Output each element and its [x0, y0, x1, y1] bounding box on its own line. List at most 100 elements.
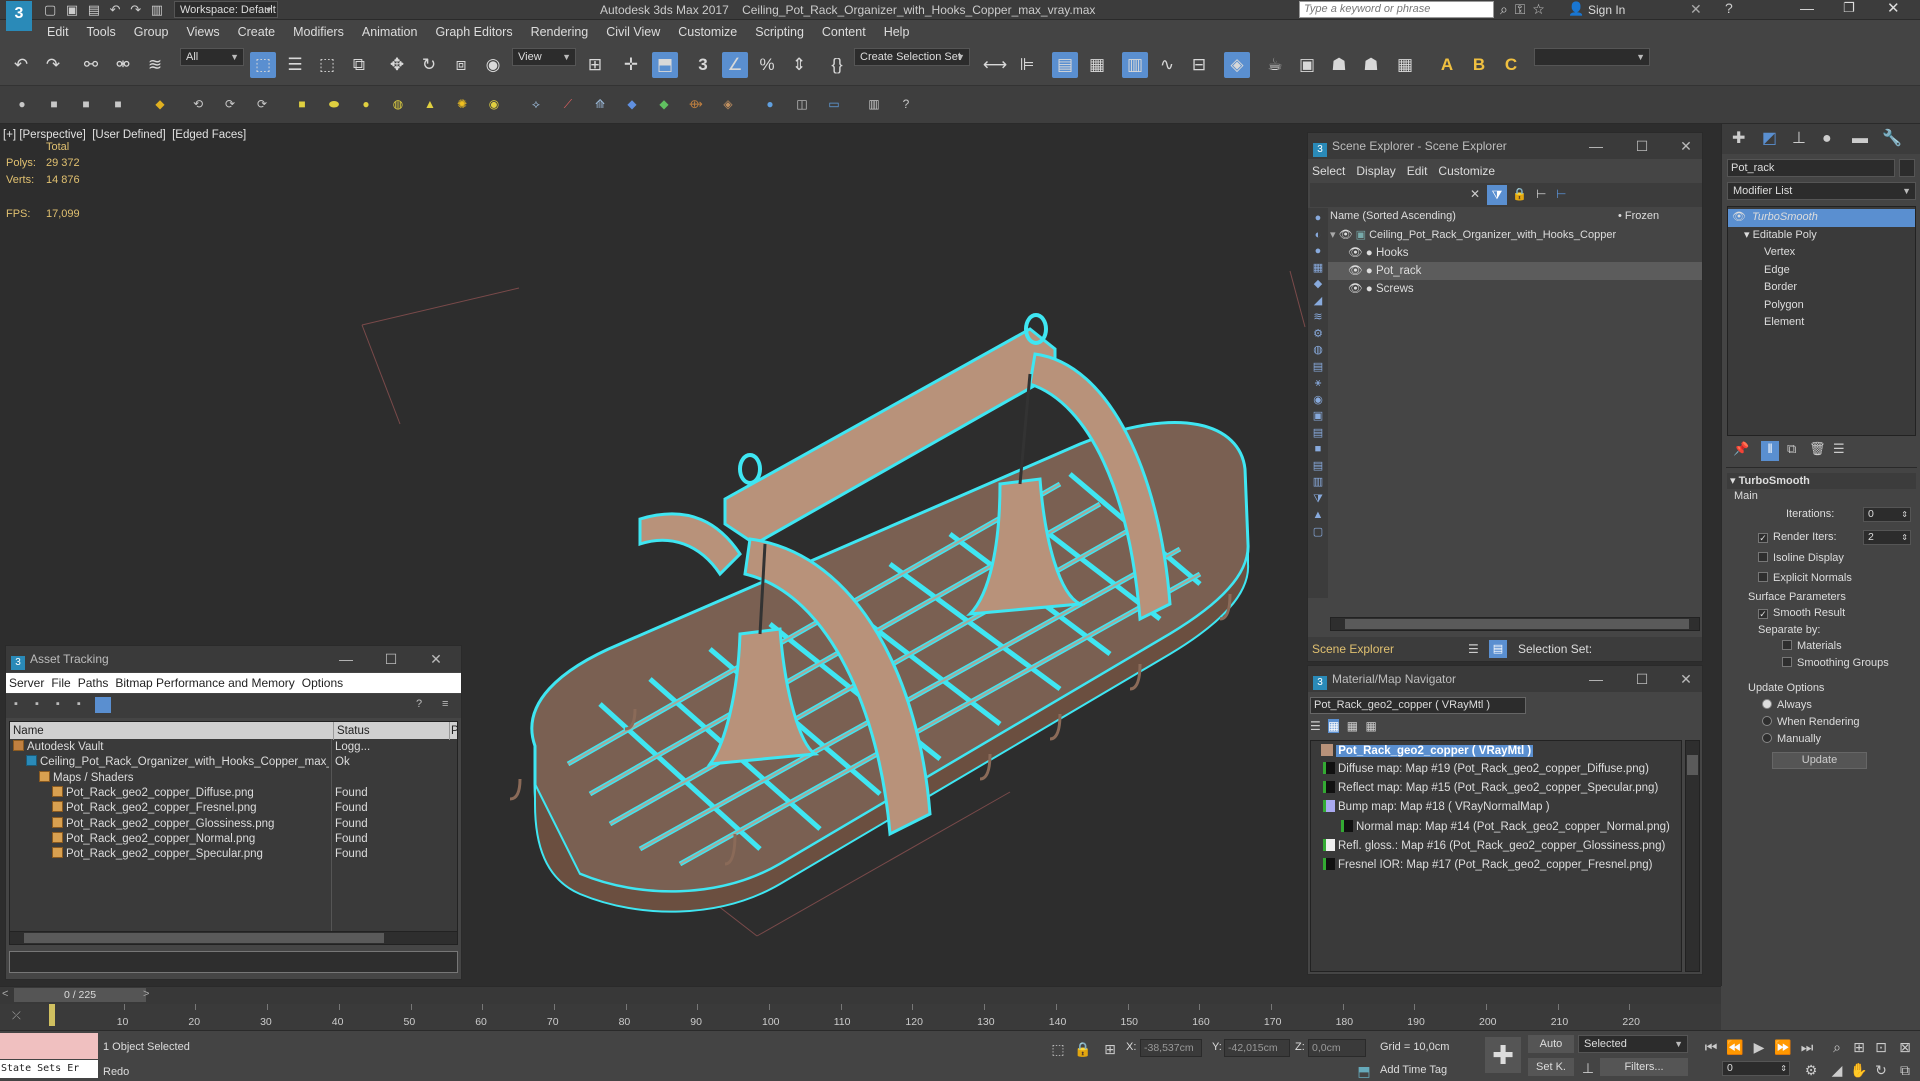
toggle-ribbon-icon[interactable]: ▦	[1084, 52, 1110, 78]
menu-item[interactable]: Scripting	[746, 20, 813, 44]
hierarchy-icon[interactable]: ⊢	[1536, 187, 1546, 201]
orbit-icon[interactable]: ↻	[1870, 1059, 1892, 1081]
asset-row[interactable]: Pot_Rack_geo2_copper_Diffuse.png Found	[10, 785, 457, 801]
material-map-item[interactable]: Normal map: Map #14 (Pot_Rack_geo2_coppe…	[1323, 819, 1683, 836]
scene-menu-item[interactable]: Edit	[1407, 164, 1428, 178]
next-key-icon[interactable]: ⏩	[1772, 1036, 1794, 1058]
key-filters-button[interactable]: Filters...	[1600, 1058, 1688, 1076]
asset-hscrollbar[interactable]	[9, 931, 458, 945]
object-name-field[interactable]: Pot_rack	[1727, 159, 1895, 177]
col-frozen-header[interactable]: • Frozen	[1618, 208, 1659, 225]
modify-tab-icon[interactable]: ◩	[1762, 124, 1777, 154]
scene-hscrollbar[interactable]	[1330, 617, 1700, 631]
angle-snap-icon[interactable]: ∠	[722, 52, 748, 78]
tool-icon[interactable]: ⟴	[686, 94, 706, 114]
sign-in-link[interactable]: Sign In	[1588, 3, 1625, 17]
rect-selection-icon[interactable]: ⬚	[314, 52, 340, 78]
y-coordinate-field[interactable]: -42,015cm	[1224, 1039, 1290, 1057]
visibility-eye-icon[interactable]: 👁	[1348, 247, 1366, 259]
tool-icon[interactable]: ▭	[824, 94, 844, 114]
maxscript-input[interactable]: State Sets Er	[0, 1060, 98, 1078]
display-tab-icon[interactable]: ▬	[1852, 124, 1868, 154]
asset-row[interactable]: Ceiling_Pot_Rack_Organizer_with_Hooks_Co…	[10, 755, 457, 770]
track-bar[interactable]: ⤫ 10 20 30 40 50 60 70 80 90 100 110 120 130 140 150 16…	[0, 1004, 1721, 1030]
maximize-button[interactable]: ☐	[1624, 666, 1660, 692]
render-iterative-icon[interactable]: ☗	[1358, 52, 1384, 78]
menu-item[interactable]: Help	[875, 20, 919, 44]
reference-coordinate-select[interactable]: View ▼	[512, 48, 576, 66]
asset-row[interactable]: Pot_Rack_geo2_copper_Fresnel.png Found	[10, 801, 457, 816]
edit-named-sets-icon[interactable]: {}	[824, 52, 850, 78]
tool-icon[interactable]: ⟡	[526, 94, 546, 114]
manually-radio[interactable]: Manually	[1762, 733, 1821, 745]
options-icon[interactable]: ≡	[442, 698, 448, 710]
lock-icon[interactable]: 🔒	[1512, 187, 1527, 201]
material-navigator-titlebar[interactable]: 3 Material/Map Navigator — ☐ ✕	[1308, 666, 1702, 692]
remove-modifier-icon[interactable]: 🗑	[1809, 441, 1826, 457]
infocenter-icons[interactable]: ⌕ ⚿ ☆	[1500, 1, 1545, 18]
zoom-extents-icon[interactable]: ⊡	[1870, 1036, 1892, 1058]
unlink-icon[interactable]: ⚮	[110, 52, 136, 78]
menu-item[interactable]: Create	[229, 20, 285, 44]
smooth-result-checkbox[interactable]: ✓ Smooth Result	[1758, 607, 1845, 619]
modifier-stack-item[interactable]: Element	[1728, 314, 1915, 332]
explorer-name-field[interactable]: Scene Explorer	[1312, 637, 1394, 661]
asset-path-field[interactable]	[9, 951, 458, 973]
time-slider-thumb[interactable]: 0 / 225	[14, 988, 146, 1002]
light-icon[interactable]: ✺	[452, 94, 472, 114]
configure-sets-icon[interactable]: ☰	[1833, 441, 1845, 457]
selection-filter-select[interactable]: All ▼	[180, 48, 244, 66]
menu-item[interactable]: Graph Editors	[426, 20, 521, 44]
visibility-eye-icon[interactable]: 👁	[1348, 265, 1366, 277]
zoom-icon[interactable]: ⌕	[1826, 1036, 1848, 1058]
curve-editor-icon[interactable]: ∿	[1154, 52, 1180, 78]
material-map-item[interactable]: Fresnel IOR: Map #17 (Pot_Rack_geo2_copp…	[1323, 857, 1683, 874]
quick-access-icons[interactable]: ▢ ▣ ▤ ↶ ↷ ▥	[44, 2, 163, 18]
material-map-item[interactable]: Diffuse map: Map #19 (Pot_Rack_geo2_copp…	[1323, 761, 1683, 778]
make-unique-icon[interactable]: ⧉	[1787, 441, 1796, 457]
create-tab-icon[interactable]: ✚	[1732, 124, 1745, 154]
modifier-list-select[interactable]: Modifier List ▼	[1727, 182, 1916, 200]
torus-icon[interactable]: ◍	[388, 94, 408, 114]
box-icon[interactable]: ■	[292, 94, 312, 114]
modifier-stack-item[interactable]: ▾ Editable Poly	[1728, 227, 1915, 245]
scene-tree-item[interactable]: 👁 ● Pot_rack	[1328, 262, 1702, 280]
modifier-stack-item[interactable]: 👁 TurboSmooth	[1728, 209, 1915, 227]
object-color-swatch[interactable]	[1899, 159, 1915, 177]
asset-row[interactable]: Autodesk Vault Logg...	[10, 740, 457, 755]
key-mode-icon[interactable]: ⊥	[1578, 1058, 1598, 1078]
tool-icon[interactable]: ◈	[718, 94, 738, 114]
hierarchy-tab-icon[interactable]: ⊥	[1792, 124, 1806, 154]
pivot-icon[interactable]: ⊞	[582, 52, 608, 78]
spinner-snap-icon[interactable]: ⇕	[786, 52, 812, 78]
tool-icon[interactable]: ●	[760, 94, 780, 114]
modifier-stack-item[interactable]: Polygon	[1728, 297, 1915, 315]
material-map-item[interactable]: Reflect map: Map #15 (Pot_Rack_geo2_copp…	[1323, 780, 1683, 797]
toggle-layer-explorer-icon[interactable]: ▤	[1052, 52, 1078, 78]
window-crossing-icon[interactable]: ⧉	[346, 52, 372, 78]
selection-set-icon[interactable]: ▤	[1489, 640, 1507, 658]
auto-key-button[interactable]: Auto	[1528, 1035, 1574, 1053]
time-slider[interactable]: < 0 / 225 >	[0, 986, 1721, 1004]
set-key-big-button[interactable]: ✚	[1485, 1037, 1521, 1073]
select-object-icon[interactable]: ⬚	[250, 52, 276, 78]
cone-icon[interactable]: ▲	[420, 94, 440, 114]
material-map-item[interactable]: Refl. gloss.: Map #16 (Pot_Rack_geo2_cop…	[1323, 838, 1683, 855]
clear-search-icon[interactable]: ✕	[1470, 187, 1480, 201]
place-icon[interactable]: ◉	[480, 52, 506, 78]
menu-item[interactable]: Modifiers	[284, 20, 353, 44]
snap-toggle-icon[interactable]: 3	[690, 52, 716, 78]
sphere-icon[interactable]: ●	[356, 94, 376, 114]
search-input[interactable]: Type a keyword or phrase	[1299, 1, 1494, 18]
pot-rack-model[interactable]	[509, 313, 1250, 913]
close-button[interactable]: ✕	[1668, 666, 1704, 692]
scene-menu-item[interactable]: Display	[1356, 164, 1395, 178]
explicit-normals-checkbox[interactable]: Explicit Normals	[1758, 572, 1852, 584]
close-button[interactable]: ✕	[1887, 0, 1900, 17]
move-icon[interactable]: ✥	[384, 52, 410, 78]
material-root-item[interactable]: Pot_Rack_geo2_copper ( VRayMtl )	[1321, 743, 1534, 759]
tool-icon[interactable]: ⟋	[558, 94, 578, 114]
tool-icon[interactable]: ◆	[622, 94, 642, 114]
workspace-select[interactable]: Workspace: Default ▼	[174, 1, 278, 18]
modifier-stack-item[interactable]: Vertex	[1728, 244, 1915, 262]
